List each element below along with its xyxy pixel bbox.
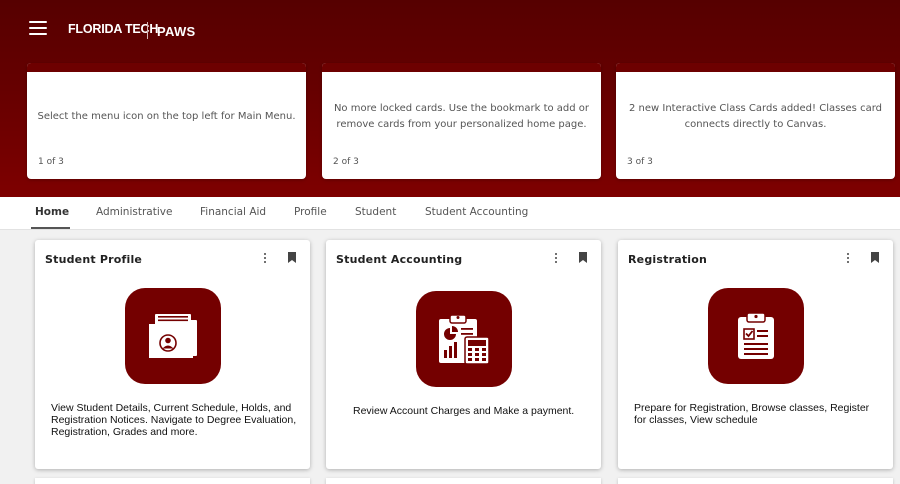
notice-text: 2 new Interactive Class Cards added! Cla… xyxy=(629,103,882,130)
more-options-icon[interactable] xyxy=(262,251,268,265)
app-name: PAWS xyxy=(157,24,196,39)
student-profile-card[interactable]: Student Profile View Student Details, Cu… xyxy=(35,240,310,469)
notice-card: 2 new Interactive Class Cards added! Cla… xyxy=(616,63,895,179)
bookmark-icon[interactable] xyxy=(288,252,296,263)
student-folder-icon[interactable] xyxy=(125,288,221,384)
more-options-icon[interactable] xyxy=(553,251,559,265)
notice-counter: 1 of 3 xyxy=(38,157,64,167)
notice-text: Select the menu icon on the top left for… xyxy=(37,111,296,122)
card-description: View Student Details, Current Schedule, … xyxy=(51,402,297,438)
card-description: Prepare for Registration, Browse classes… xyxy=(634,402,870,426)
tab-administrative[interactable]: Administrative xyxy=(96,206,172,218)
notice-counter: 3 of 3 xyxy=(627,157,653,167)
header-banner: FLORIDA TECH PAWS Select the menu icon o… xyxy=(0,0,900,197)
bookmark-icon[interactable] xyxy=(871,252,879,263)
registration-clipboard-icon[interactable] xyxy=(708,288,804,384)
tab-financial-aid[interactable]: Financial Aid xyxy=(200,206,266,218)
notice-text: No more locked cards. Use the bookmark t… xyxy=(333,103,590,130)
top-bar: FLORIDA TECH PAWS xyxy=(0,0,900,62)
more-options-icon[interactable] xyxy=(845,251,851,265)
card-title: Registration xyxy=(628,253,708,266)
next-row-card[interactable] xyxy=(618,478,893,484)
tab-student-accounting[interactable]: Student Accounting xyxy=(425,206,528,218)
notice-card: No more locked cards. Use the bookmark t… xyxy=(322,63,601,179)
hamburger-icon[interactable] xyxy=(29,21,47,37)
notice-card: Select the menu icon on the top left for… xyxy=(27,63,306,179)
brand-logo[interactable]: FLORIDA TECH xyxy=(68,22,158,36)
next-row-card[interactable] xyxy=(326,478,601,484)
bookmark-icon[interactable] xyxy=(579,252,587,263)
next-row-card[interactable] xyxy=(35,478,310,484)
tab-student[interactable]: Student xyxy=(355,206,396,218)
tab-home[interactable]: Home xyxy=(35,206,69,218)
notice-counter: 2 of 3 xyxy=(333,157,359,167)
card-title: Student Profile xyxy=(45,253,143,266)
accounting-calculator-icon[interactable] xyxy=(416,291,512,387)
registration-card[interactable]: Registration Prepare for Registration, B… xyxy=(618,240,893,469)
brand-divider xyxy=(147,22,148,39)
card-description: Review Account Charges and Make a paymen… xyxy=(353,405,575,417)
student-accounting-card[interactable]: Student Accounting Review Account Charge… xyxy=(326,240,601,469)
category-tabs: Home Administrative Financial Aid Profil… xyxy=(0,197,900,230)
active-tab-indicator xyxy=(31,227,70,229)
tab-profile[interactable]: Profile xyxy=(294,206,327,218)
card-title: Student Accounting xyxy=(336,253,463,266)
